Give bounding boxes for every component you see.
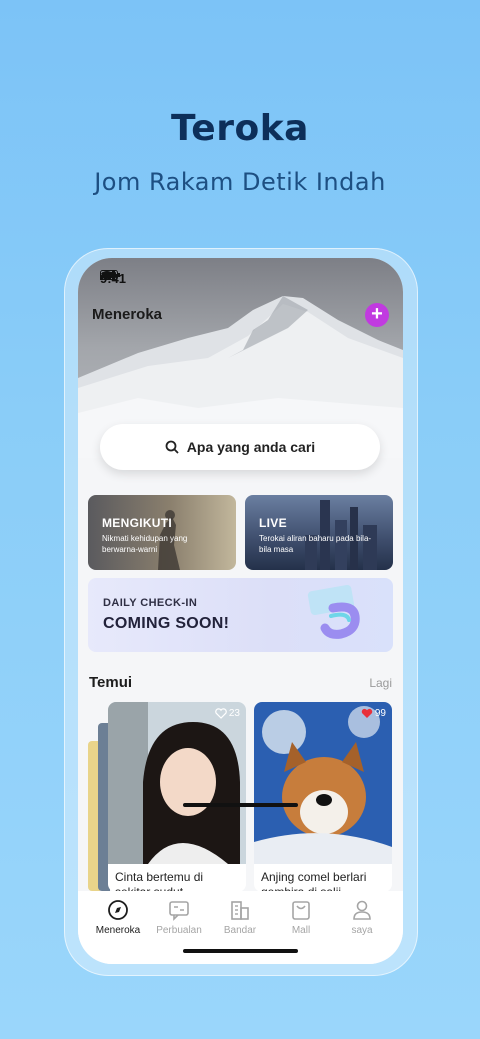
feed-card[interactable]: 23 Cinta bertemu di sekitar sudut [108,702,246,892]
live-title: LIVE [259,516,287,530]
discover-header: Temui Lagi [89,674,392,691]
home-indicator[interactable] [183,949,298,953]
page-title: Meneroka [92,306,163,323]
tab-label: Bandar [223,925,257,936]
bag-icon [292,901,310,920]
search-icon [165,440,179,454]
feed-caption: Anjing comel berlari gembira di salji [261,870,367,892]
heart-filled-icon [361,708,373,718]
add-button[interactable]: + [365,303,389,327]
following-title: MENGIKUTI [102,516,173,530]
tab-mall[interactable]: Mall [271,899,331,936]
live-card[interactable]: LIVE Terokai aliran baharu pada bila-bil… [245,495,393,570]
category-cards: MENGIKUTI Nikmati kehidupan yang berwarn… [88,495,393,570]
checkin-label: DAILY CHECK-IN [103,597,198,609]
likes-badge[interactable]: 99 [361,708,386,719]
feed-caption: Cinta bertemu di sekitar sudut [115,870,204,892]
daily-checkin-banner[interactable]: DAILY CHECK-IN COMING SOON! [88,578,393,652]
following-card[interactable]: MENGIKUTI Nikmati kehidupan yang berwarn… [88,495,236,570]
search-placeholder: Apa yang anda cari [186,439,316,455]
checkin-status: COMING SOON! [103,615,230,632]
gesture-bar-overlay [183,803,298,807]
likes-count: 99 [374,708,386,719]
likes-count: 23 [228,708,240,719]
girl-photo [108,702,246,864]
discover-more-link[interactable]: Lagi [369,676,392,690]
promo-subtitle: Jom Rakam Detik Indah [94,168,386,196]
bottom-tab-bar: Meneroka Perbualan Bandar Mall saya [78,891,403,964]
tab-label: Mall [291,925,311,936]
status-bar: 9:41 [100,270,385,286]
feed-card[interactable]: 99 Anjing comel berlari gembira di salji [254,702,392,892]
tab-perbualan[interactable]: Perbualan [149,899,209,936]
likes-badge[interactable]: 23 [215,708,240,719]
dog-photo [254,702,392,864]
tab-label: Perbualan [156,925,202,936]
following-desc: Nikmati kehidupan yang berwarna-warni [102,534,188,554]
tab-label: saya [351,925,373,936]
person-icon [353,900,371,920]
tab-bandar[interactable]: Bandar [210,899,270,936]
compass-icon [108,900,128,920]
battery-icon [100,270,120,280]
tab-meneroka[interactable]: Meneroka [88,899,148,936]
promo-title: Teroka [171,108,309,149]
discover-title: Temui [89,674,133,691]
tab-saya[interactable]: saya [332,899,392,936]
calendar-five-icon [307,584,360,639]
live-desc: Terokai aliran baharu pada bila-bila mas… [259,534,372,554]
city-icon [231,901,249,920]
tab-label: Meneroka [95,925,141,936]
chat-icon [169,901,189,921]
heart-outline-icon [215,708,227,719]
search-bar[interactable]: Apa yang anda cari [100,424,380,470]
phone-screen: 9:41 Meneroka + Apa yang anda cari MENGI… [78,258,403,964]
